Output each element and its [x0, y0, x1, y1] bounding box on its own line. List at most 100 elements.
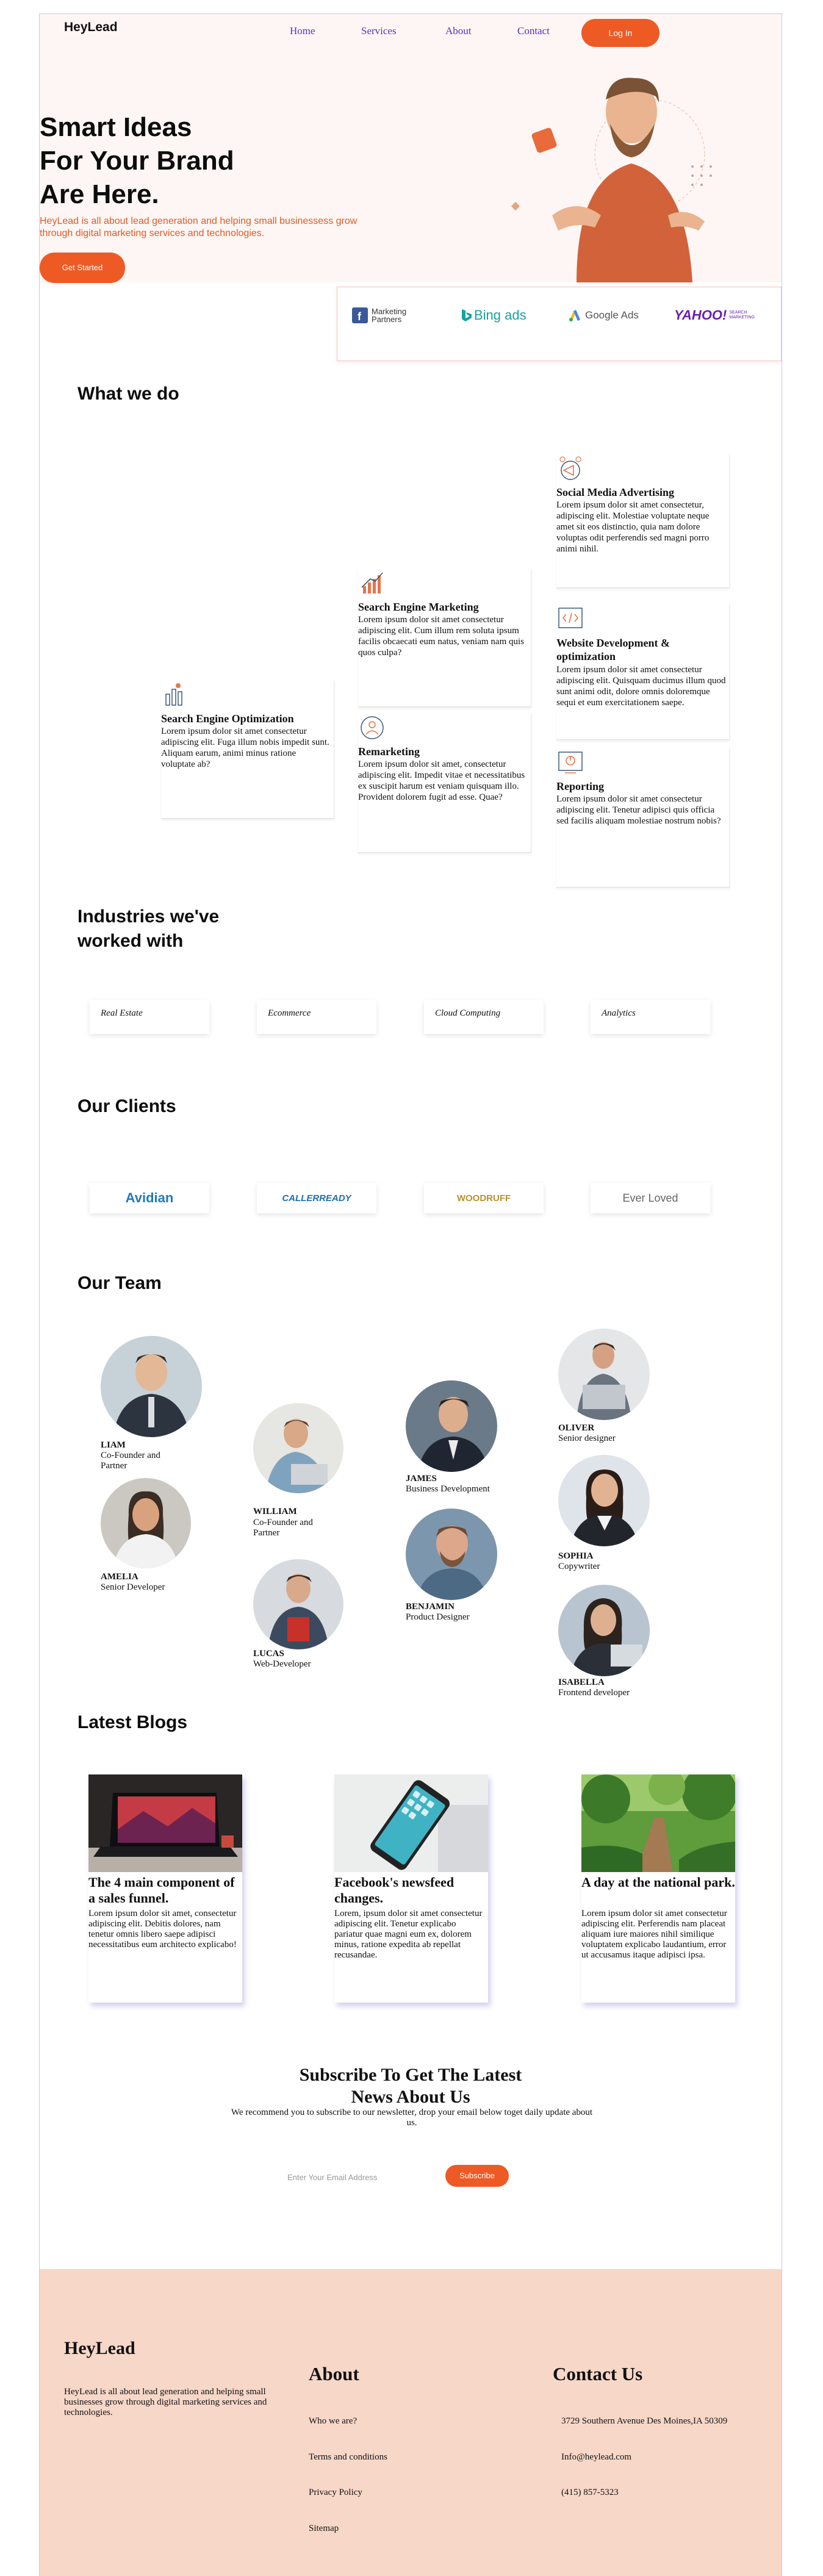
industry-card[interactable]: Real Estate	[90, 1000, 209, 1034]
service-card[interactable]: Remarketing Lorem ipsum dolor sit amet, …	[358, 714, 531, 853]
footer-link-who-we-are[interactable]: Who we are?	[309, 2416, 357, 2427]
partner-google-ads: Google Ads	[568, 303, 639, 328]
avatar	[101, 1336, 202, 1437]
partner-yahoo: YAHOO! SEARCH MARKETING	[674, 303, 755, 328]
site-logo[interactable]: HeyLead	[64, 20, 118, 35]
blog-card[interactable]: A day at the national park. Lorem ipsum …	[581, 1774, 735, 2003]
hero-title-line: Are Here.	[40, 179, 159, 209]
page-frame: HeyLead Home Services About Contact Log …	[39, 13, 782, 2576]
growth-chart-icon	[361, 572, 383, 594]
service-description: Lorem ipsum dolor sit amet consectetur a…	[556, 794, 721, 826]
email-input[interactable]: Enter Your Email Address	[279, 2165, 437, 2190]
nav-about[interactable]: About	[445, 25, 472, 37]
team-heading: Our Team	[77, 1273, 162, 1293]
bing-icon	[462, 309, 472, 321]
industries-heading-line: Industries we've	[77, 906, 220, 927]
industry-card[interactable]: Ecommerce	[257, 1000, 376, 1034]
member-name: ISABELLA	[558, 1677, 605, 1687]
hero-title: Smart Ideas For Your Brand Are Here.	[40, 110, 234, 211]
clients-heading: Our Clients	[77, 1096, 176, 1116]
facebook-icon: f	[352, 307, 368, 323]
partner-label: Bing ads	[474, 307, 527, 323]
footer-logo[interactable]: HeyLead	[64, 2338, 135, 2359]
target-person-icon	[361, 716, 384, 739]
footer-description: HeyLead is all about lead generation and…	[64, 2387, 267, 2417]
member-name: LIAM	[101, 1440, 126, 1450]
nav-home[interactable]: Home	[290, 25, 315, 37]
blog-title[interactable]: Facebook's newsfeed changes.	[334, 1875, 488, 1906]
hero-subtitle: HeyLead is all about lead generation and…	[40, 216, 358, 239]
footer-link-terms[interactable]: Terms and conditions	[309, 2452, 387, 2463]
hero-title-line: For Your Brand	[40, 146, 234, 176]
footer-phone[interactable]: (415) 857-5323	[561, 2488, 619, 2498]
footer-email[interactable]: Info@heylead.com	[561, 2452, 631, 2463]
laptop-image	[88, 1774, 242, 1872]
industries-heading-line: worked with	[77, 931, 184, 951]
partner-bing: Bing ads	[461, 303, 527, 328]
blog-card[interactable]: The 4 main component of a sales funnel. …	[88, 1774, 242, 2003]
member-name: BENJAMIN	[406, 1602, 455, 1612]
blogs-heading: Latest Blogs	[77, 1712, 188, 1732]
client-avidian-logo[interactable]: Avidian	[90, 1183, 209, 1213]
partner-label: Google Ads	[585, 309, 639, 321]
member-name: SOPHIA	[558, 1551, 594, 1561]
code-icon	[558, 608, 583, 628]
subscribe-button[interactable]: Subscribe	[445, 2165, 509, 2187]
member-role: Copywriter	[558, 1562, 600, 1571]
subscribe-title: Subscribe To Get The Latest News About U…	[276, 2064, 545, 2108]
footer-contact-heading: Contact Us	[553, 2363, 643, 2384]
footer-link-privacy[interactable]: Privacy Policy	[309, 2488, 362, 2498]
nav-contact[interactable]: Contact	[517, 25, 550, 37]
nav-services[interactable]: Services	[361, 25, 397, 37]
footer-link-sitemap[interactable]: Sitemap	[309, 2524, 339, 2534]
blog-description: Lorem ipsum dolor sit amet consectetur a…	[581, 1909, 727, 1960]
member-role: Product Designer	[406, 1612, 470, 1622]
service-description: Lorem ipsum dolor sit amet consectetur a…	[358, 615, 524, 658]
service-description: Lorem ipsum dolor sit amet consectetur a…	[161, 727, 329, 769]
footer-about-heading: About	[309, 2363, 359, 2384]
member-role: Web-Developer	[253, 1659, 311, 1669]
avatar	[253, 1403, 343, 1493]
service-card[interactable]: Reporting Lorem ipsum dolor sit amet con…	[556, 748, 730, 888]
service-title: Search Engine Marketing	[358, 601, 479, 613]
subscribe-title-line: News About Us	[351, 2087, 470, 2107]
hero-title-line: Smart Ideas	[40, 112, 192, 142]
avatar	[406, 1509, 497, 1600]
service-card[interactable]: Social Media Advertising Lorem ipsum dol…	[556, 454, 730, 588]
avatar	[558, 1455, 650, 1546]
blog-card[interactable]: Facebook's newsfeed changes. Lorem, ipsu…	[334, 1774, 488, 2003]
service-card[interactable]: Search Engine Optimization Lorem ipsum d…	[161, 681, 334, 819]
client-ever-loved-logo[interactable]: Ever Loved	[591, 1183, 710, 1213]
footer: HeyLead HeyLead is all about lead genera…	[40, 2269, 782, 2576]
member-role: Business Development	[406, 1484, 490, 1494]
avatar	[558, 1329, 650, 1420]
services-heading: What we do	[77, 384, 179, 404]
service-title: Search Engine Optimization	[161, 712, 294, 725]
blog-title[interactable]: A day at the national park.	[581, 1875, 735, 1890]
get-started-button[interactable]: Get Started	[40, 253, 125, 283]
industry-label: Real Estate	[101, 1008, 143, 1018]
avatar	[253, 1559, 343, 1649]
member-name: LUCAS	[253, 1649, 284, 1659]
member-role: Frontend developer	[558, 1688, 630, 1698]
client-name: WOODRUFF	[456, 1193, 511, 1204]
google-ads-icon	[569, 310, 580, 321]
blog-title[interactable]: The 4 main component of a sales funnel.	[88, 1875, 242, 1906]
industry-card[interactable]: Cloud Computing	[424, 1000, 544, 1034]
client-name: Avidian	[125, 1190, 174, 1205]
service-title: Remarketing	[358, 745, 420, 758]
service-card[interactable]: Search Engine Marketing Lorem ipsum dolo…	[358, 569, 531, 707]
industry-card[interactable]: Analytics	[591, 1000, 710, 1034]
blog-description: Lorem ipsum dolor sit amet, consectetur …	[88, 1909, 237, 1950]
megaphone-icon	[559, 456, 581, 480]
client-woodruff-logo[interactable]: WOODRUFF	[424, 1183, 544, 1213]
service-description: Lorem ipsum dolor sit amet, consectetur …	[358, 759, 525, 802]
service-title: Website Development & optimization	[556, 637, 670, 662]
client-callerready-logo[interactable]: CALLERREADY	[257, 1183, 376, 1213]
avatar	[101, 1478, 191, 1568]
service-title: Social Media Advertising	[556, 486, 674, 498]
login-button[interactable]: Log In	[581, 19, 659, 47]
industry-label: Analytics	[602, 1008, 636, 1018]
service-card[interactable]: Website Development & optimization Lorem…	[556, 605, 730, 740]
member-name: WILLIAM	[253, 1507, 297, 1516]
